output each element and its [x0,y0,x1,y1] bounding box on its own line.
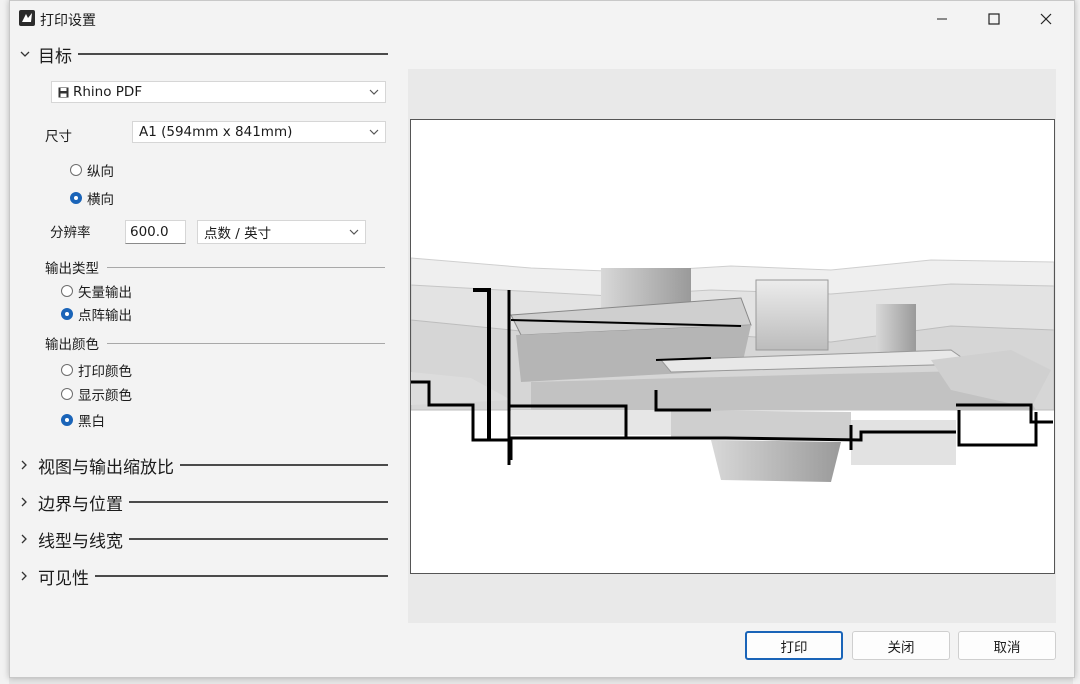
cancel-button-label: 取消 [993,639,1021,656]
resolution-unit-value: 点数 / 英寸 [204,226,272,242]
radio-indicator [70,192,82,204]
size-label: 尺寸 [45,129,72,145]
radio-indicator [70,164,82,176]
close-button[interactable]: 关闭 [852,631,950,660]
chevron-right-icon [21,460,27,470]
radio-indicator [61,308,73,320]
group-divider [107,342,385,344]
radio-label: 矢量输出 [78,285,132,301]
close-icon [1040,13,1052,25]
section-target-label: 目标 [38,46,72,67]
maximize-icon [988,13,1000,25]
radio-label: 点阵输出 [78,308,132,324]
close-button-label: 关闭 [887,639,915,656]
size-select[interactable]: A1 (594mm x 841mm) [132,121,386,143]
radio-indicator [61,414,73,426]
chevron-right-icon [21,571,27,581]
output-type-label: 输出类型 [45,261,99,277]
title-bar: 打印设置 [10,1,1074,37]
section-divider [180,464,388,466]
background-app-left [0,0,9,684]
section-margins-label: 边界与位置 [38,494,123,515]
radio-label: 打印颜色 [78,364,132,380]
size-select-value: A1 (594mm x 841mm) [139,124,293,140]
cancel-button[interactable]: 取消 [958,631,1056,660]
group-divider [107,266,385,268]
close-window-button[interactable] [1020,1,1072,37]
output-type-group: 输出类型 [45,257,385,277]
save-disk-icon [58,87,69,97]
print-setup-dialog: 打印设置 目标 Rhino PDF 尺寸 A1 (594mm x 841mm) … [9,0,1075,678]
output-color-label: 输出颜色 [45,337,99,353]
section-visibility[interactable]: 可见性 [20,565,388,589]
radio-label: 黑白 [78,414,105,430]
radio-print-color[interactable]: 打印颜色 [61,360,132,380]
radio-indicator [61,285,73,297]
print-preview-page[interactable] [410,119,1055,574]
chevron-right-icon [21,534,27,544]
print-button-label: 打印 [780,639,808,656]
resolution-label: 分辨率 [50,225,91,241]
window-title: 打印设置 [40,13,96,29]
radio-display-color[interactable]: 显示颜色 [61,384,132,404]
section-target[interactable]: 目标 [20,43,388,67]
printer-select[interactable]: Rhino PDF [51,81,386,103]
output-color-group: 输出颜色 [45,333,385,353]
radio-label: 纵向 [87,164,114,180]
section-linetype[interactable]: 线型与线宽 [20,528,388,552]
architectural-section-drawing [411,257,1054,482]
radio-black-white[interactable]: 黑白 [61,410,105,430]
print-button[interactable]: 打印 [745,631,843,660]
section-visibility-label: 可见性 [38,568,89,589]
resolution-input[interactable]: 600.0 [125,220,186,244]
section-linetype-label: 线型与线宽 [38,531,123,552]
radio-vector-output[interactable]: 矢量输出 [61,281,132,301]
chevron-down-icon [349,229,359,235]
radio-indicator [61,388,73,400]
printer-select-value: Rhino PDF [73,84,143,100]
resolution-value: 600.0 [130,224,169,240]
minimize-button[interactable] [916,1,968,37]
rhino-app-icon [19,10,35,26]
maximize-button[interactable] [968,1,1020,37]
section-divider [129,501,388,503]
chevron-down-icon [369,89,379,95]
section-margins[interactable]: 边界与位置 [20,491,388,515]
resolution-unit-select[interactable]: 点数 / 英寸 [197,220,366,244]
radio-raster-output[interactable]: 点阵输出 [61,304,132,324]
chevron-down-icon [369,129,379,135]
radio-label: 横向 [87,192,114,208]
chevron-right-icon [21,497,27,507]
section-divider [95,575,388,577]
section-divider [78,53,388,55]
radio-indicator [61,364,73,376]
chevron-down-icon [20,51,30,57]
section-view-scale-label: 视图与输出缩放比 [38,457,174,478]
section-view-scale[interactable]: 视图与输出缩放比 [20,454,388,478]
section-divider [129,538,388,540]
radio-label: 显示颜色 [78,388,132,404]
radio-landscape[interactable]: 横向 [70,188,114,208]
minimize-icon [937,18,947,20]
radio-portrait[interactable]: 纵向 [70,160,114,180]
